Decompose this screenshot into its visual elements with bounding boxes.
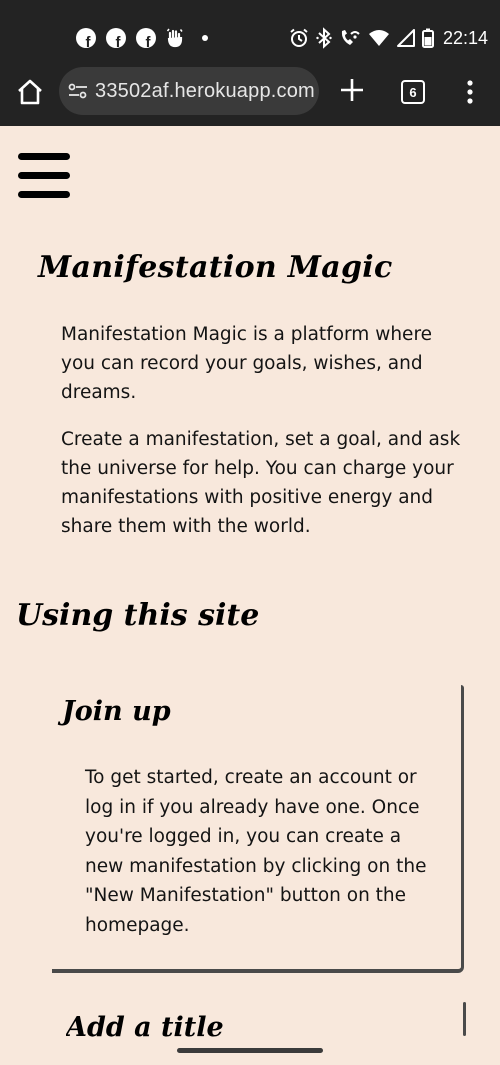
browser-toolbar: 33502af.herokuapp.com 6 [0,56,500,126]
address-bar[interactable]: 33502af.herokuapp.com [59,67,319,115]
intro-paragraph-1: Manifestation Magic is a platform where … [61,324,433,403]
hamburger-menu-icon[interactable] [18,153,70,199]
new-tab-icon[interactable] [339,77,365,103]
info-card-edge [463,1002,466,1036]
signal-icon [396,29,415,47]
wifi-calling-icon [341,30,360,45]
dot-icon [202,35,208,41]
navigation-bar [0,1037,500,1065]
card-text: To get started, create an account or log… [85,767,427,936]
alarm-icon [290,28,308,47]
card-title: Add a title [66,1012,224,1037]
overflow-menu-icon[interactable] [464,78,476,106]
facebook-icon: f [106,28,126,48]
facebook-icon: f [136,28,156,48]
bluetooth-icon [316,27,332,49]
gesture-handle[interactable] [177,1048,323,1053]
battery-icon [421,28,434,48]
site-title: Manifestation Magic [38,250,393,285]
intro-paragraph-2: Create a manifestation, set a goal, and … [61,429,461,537]
tab-count: 6 [409,84,417,100]
section-title: Using this site [16,598,260,633]
wifi-icon [368,30,389,46]
hand-icon [166,28,183,48]
url-text[interactable]: 33502af.herokuapp.com [95,80,315,103]
card-title: Join up [62,696,171,727]
site-settings-icon[interactable] [67,80,89,102]
home-icon[interactable] [16,78,44,106]
notification-icons: f f f [76,24,208,52]
facebook-icon: f [76,28,96,48]
status-time: 22:14 [442,27,488,48]
tab-switcher-button[interactable]: 6 [401,80,425,104]
system-icons: 22:14 [289,24,488,52]
